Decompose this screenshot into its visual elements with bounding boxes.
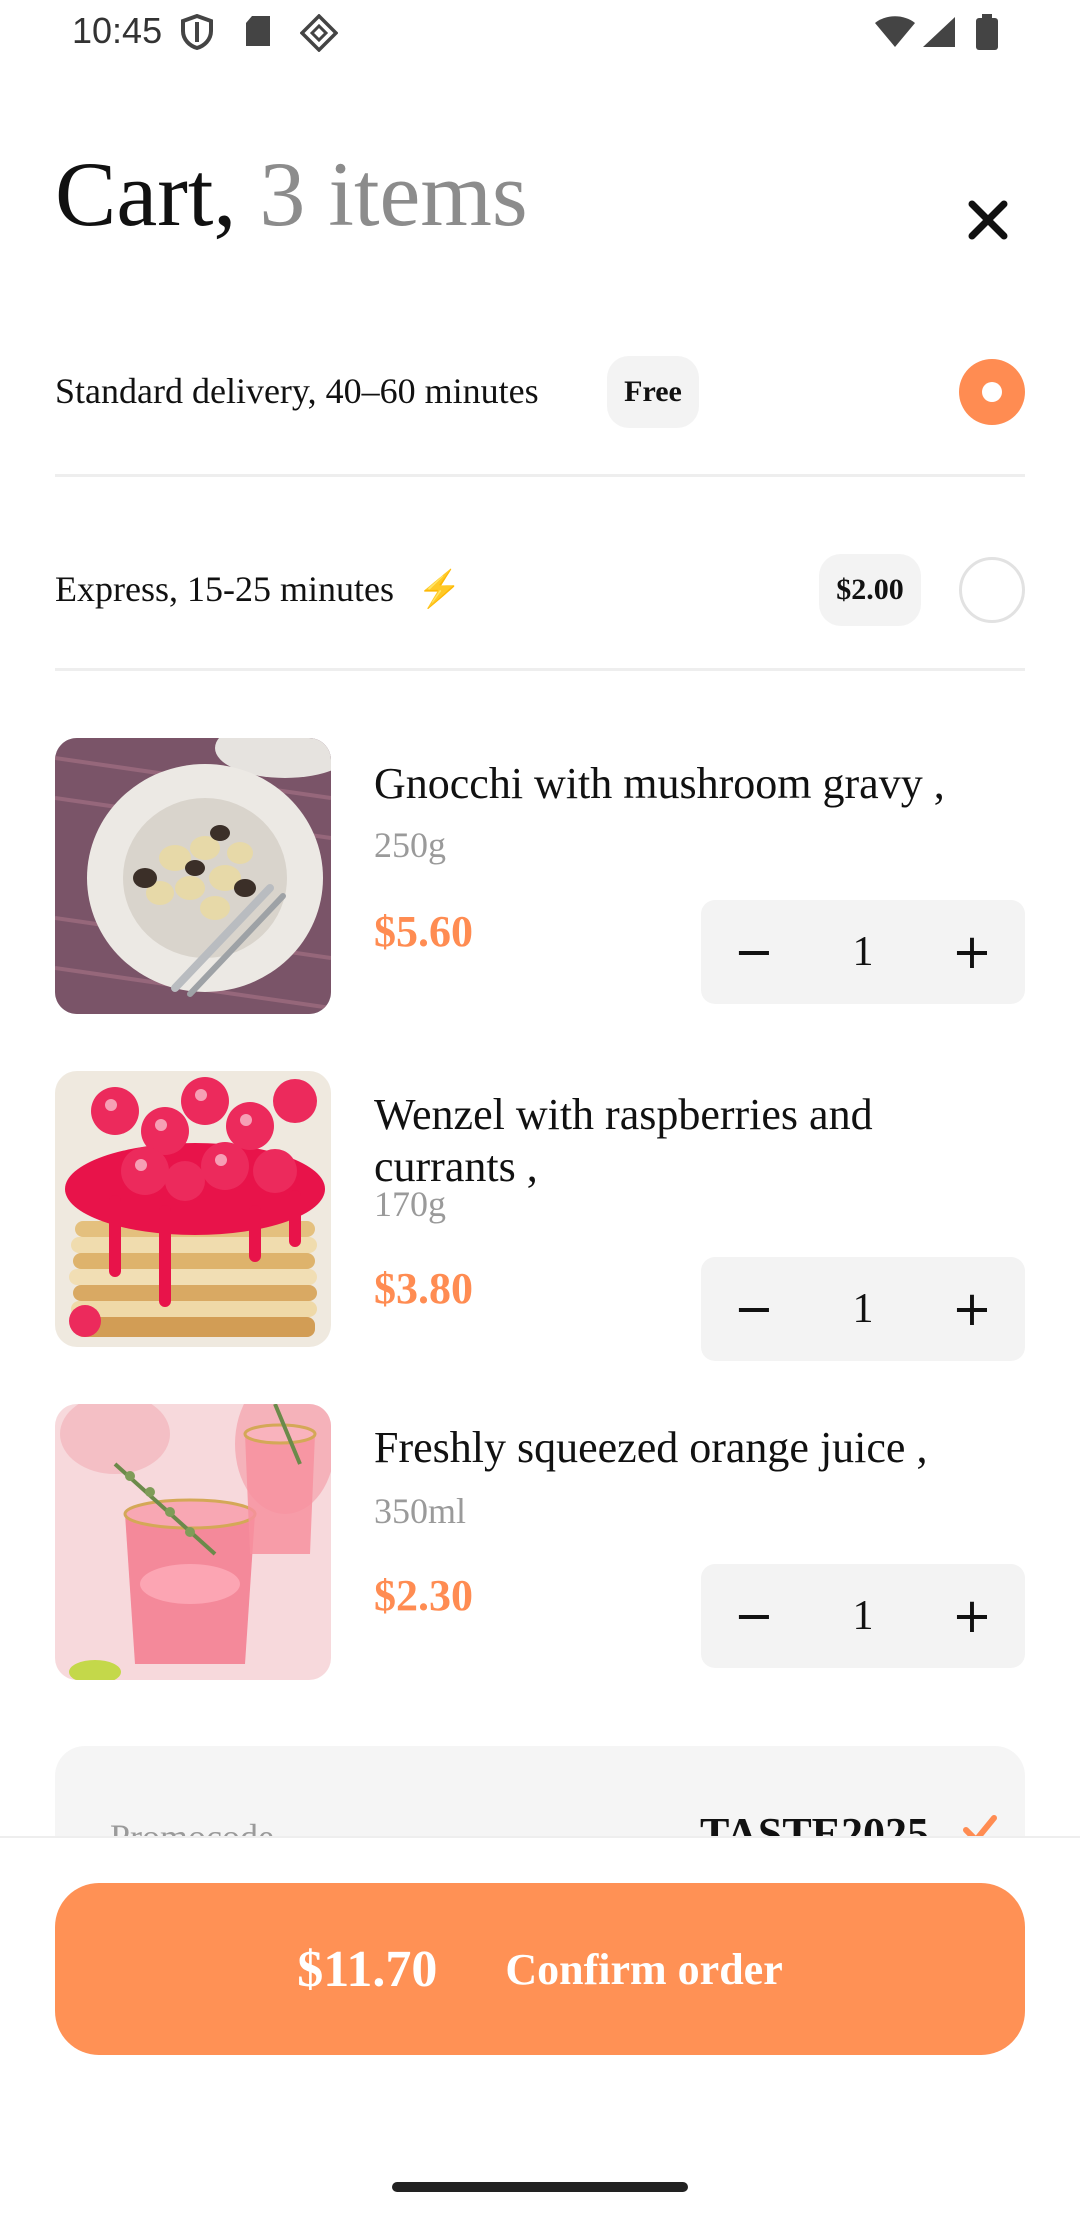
item-price: $3.80: [374, 1264, 473, 1313]
gnocchi-photo: [55, 738, 331, 1014]
shield-icon: [180, 13, 214, 55]
status-bar: 10:45: [0, 0, 1080, 64]
increase-button[interactable]: +: [927, 1257, 1017, 1361]
order-total: $11.70: [297, 1940, 438, 1998]
divider: [55, 474, 1025, 477]
delivery-label: Standard delivery, 40–60 minutes: [55, 371, 539, 411]
increase-button[interactable]: +: [927, 900, 1017, 1004]
battery-icon: [976, 14, 998, 55]
close-icon: [968, 200, 1008, 240]
wifi-icon: [874, 16, 916, 53]
item-name: Wenzel with raspberries and currants ,: [374, 1090, 873, 1191]
status-time: 10:45: [72, 10, 163, 51]
radio-selected[interactable]: [959, 359, 1025, 425]
cart-title-text: Cart,: [55, 143, 237, 245]
cart-item: Wenzel with raspberries and currants , 1…: [55, 1071, 1025, 1361]
item-weight: 170g: [374, 1184, 446, 1224]
juice-photo: [55, 1404, 331, 1680]
increase-button[interactable]: +: [927, 1564, 1017, 1668]
quantity-stepper: − 1 +: [701, 1257, 1025, 1361]
cart-item: Freshly squeezed orange juice , 350ml $2…: [55, 1404, 1025, 1680]
pancakes-photo: [55, 1071, 331, 1347]
quantity-value: 1: [852, 1593, 874, 1639]
cellular-signal-icon: [922, 16, 956, 53]
delivery-label: Express, 15-25 minutes: [55, 569, 394, 609]
lightning-icon: ⚡: [416, 569, 462, 609]
quantity-value: 1: [852, 1286, 874, 1332]
item-name: Freshly squeezed orange juice ,: [374, 1423, 928, 1472]
cart-item: Gnocchi with mushroom gravy , 250g $5.60…: [55, 738, 1025, 1014]
delivery-price-chip: Free: [607, 356, 699, 428]
item-weight: 350ml: [374, 1491, 467, 1531]
diamond-icon: [299, 13, 339, 57]
divider: [0, 1836, 1080, 1838]
sd-card-icon: [244, 14, 272, 53]
divider: [55, 668, 1025, 671]
decrease-button[interactable]: −: [709, 900, 799, 1004]
home-indicator[interactable]: [392, 2182, 688, 2192]
delivery-price-chip: $2.00: [819, 554, 921, 626]
radio-unselected[interactable]: [959, 557, 1025, 623]
decrease-button[interactable]: −: [709, 1257, 799, 1361]
quantity-stepper: − 1 +: [701, 1564, 1025, 1668]
item-name: Gnocchi with mushroom gravy ,: [374, 759, 945, 808]
decrease-button[interactable]: −: [709, 1564, 799, 1668]
confirm-order-label: Confirm order: [505, 1944, 783, 1994]
page-title: Cart, 3 items: [55, 148, 528, 240]
confirm-order-button[interactable]: $11.70 Confirm order: [55, 1883, 1025, 2055]
quantity-value: 1: [852, 929, 874, 975]
item-price: $5.60: [374, 907, 473, 956]
delivery-option-express[interactable]: Express, 15-25 minutes ⚡ $2.00: [55, 550, 1025, 630]
cart-item-count: 3 items: [259, 143, 528, 245]
delivery-option-standard[interactable]: Standard delivery, 40–60 minutes Free: [55, 352, 1025, 432]
close-button[interactable]: [958, 190, 1018, 250]
item-price: $2.30: [374, 1571, 473, 1620]
quantity-stepper: − 1 +: [701, 900, 1025, 1004]
item-weight: 250g: [374, 825, 446, 865]
